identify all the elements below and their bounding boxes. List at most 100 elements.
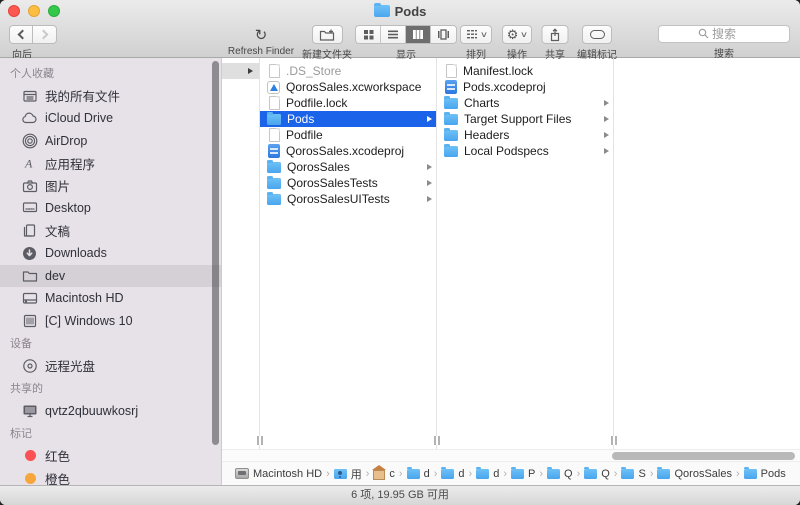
sidebar-item-label: dev [45, 268, 66, 283]
column-divider[interactable] [609, 58, 618, 449]
file-row[interactable]: Podfile.lock [260, 95, 436, 111]
sidebar-item-label: 文稿 [45, 225, 71, 240]
horizontal-scrollbar[interactable] [222, 449, 800, 461]
forward-button[interactable] [33, 25, 57, 44]
file-row[interactable]: QorosSalesUITests [260, 191, 436, 207]
file-row[interactable]: Headers [437, 127, 613, 143]
file-row[interactable]: Local Podspecs [437, 143, 613, 159]
shared-display-icon [21, 403, 38, 419]
file-row[interactable]: Pods.xcodeproj [437, 79, 613, 95]
share-label: 共享 [545, 50, 565, 61]
column-view: .DS_Store QorosSales.xcworkspace Podfile… [222, 58, 800, 485]
path-item[interactable]: d [441, 466, 465, 480]
path-item[interactable]: c [372, 465, 395, 480]
list-view-button[interactable] [381, 26, 406, 43]
sidebar-item-tag-orange[interactable]: 橙色 [0, 467, 221, 485]
file-row[interactable]: QorosSales.xcworkspace [260, 79, 436, 95]
bootcamp-drive-icon [21, 313, 38, 329]
column-resize-handle[interactable] [255, 436, 264, 445]
sidebar-item-desktop[interactable]: Desktop [0, 197, 221, 220]
column-divider[interactable] [432, 58, 441, 449]
sidebar-item-airdrop[interactable]: AirDrop [0, 130, 221, 153]
new-folder-button[interactable] [311, 25, 343, 44]
path-item[interactable]: QorosSales [657, 466, 732, 480]
disclosure-arrow-icon [604, 148, 609, 154]
previous-selected-row[interactable] [222, 63, 259, 79]
sidebar-item-applications[interactable]: A 应用程序 [0, 152, 221, 175]
arrange-button[interactable]: ∨ [460, 25, 492, 44]
path-separator: › [649, 467, 654, 480]
sidebar-item-macintosh-hd[interactable]: Macintosh HD [0, 287, 221, 310]
column-divider[interactable] [255, 58, 264, 449]
orange-dot-icon [21, 470, 38, 485]
column-resize-handle[interactable] [609, 436, 618, 445]
view-label: 显示 [396, 50, 416, 61]
folder-icon [373, 3, 390, 17]
file-row[interactable]: Target Support Files [437, 111, 613, 127]
sidebar-item-windows-10[interactable]: [C] Windows 10 [0, 310, 221, 333]
edit-tags-label: 编辑标记 [577, 50, 617, 61]
sidebar-item-icloud-drive[interactable]: iCloud Drive [0, 107, 221, 130]
document-icon [269, 128, 280, 142]
path-item[interactable]: d [406, 466, 430, 480]
path-bar: Macintosh HD › 用 › c › d › d › d › P › Q… [222, 461, 800, 485]
column-empty [614, 58, 800, 449]
path-item[interactable]: d [476, 466, 499, 480]
all-files-icon [21, 88, 38, 104]
sidebar-item-tag-red[interactable]: 红色 [0, 445, 221, 468]
path-item[interactable]: S [621, 466, 646, 480]
sidebar-item-remote-disc[interactable]: 远程光盘 [0, 355, 221, 378]
file-row[interactable]: QorosSales.xcodeproj [260, 143, 436, 159]
svg-text:A: A [24, 157, 33, 171]
xcworkspace-icon [267, 80, 280, 94]
path-item[interactable]: Q [547, 466, 573, 480]
path-item[interactable]: 用 [333, 466, 362, 482]
back-button[interactable] [9, 25, 33, 44]
file-row[interactable]: Charts [437, 95, 613, 111]
disclosure-arrow-icon [427, 180, 432, 186]
status-bar: 6 项, 19.95 GB 可用 [0, 485, 800, 505]
window-title: Pods [0, 3, 800, 19]
refresh-icon: ↻ [254, 26, 268, 44]
icon-view-button[interactable] [356, 26, 381, 43]
path-separator: › [613, 467, 618, 480]
sidebar-item-shared-computer[interactable]: qvtz2qbuuwkosrj [0, 400, 221, 423]
file-row[interactable]: Manifest.lock [437, 63, 613, 79]
sidebar-item-label: Macintosh HD [45, 291, 124, 306]
path-separator: › [539, 467, 543, 480]
action-button[interactable]: ⚙ ∨ [502, 25, 532, 44]
folder-icon [510, 466, 524, 479]
horizontal-scrollbar-thumb[interactable] [612, 452, 795, 460]
folder-icon [444, 128, 458, 141]
file-row-selected[interactable]: Pods [260, 111, 436, 127]
path-separator: › [576, 467, 581, 480]
column-view-button[interactable] [406, 26, 431, 43]
sidebar-item-all-files[interactable]: 我的所有文件 [0, 85, 221, 108]
hard-drive-icon [21, 290, 38, 306]
sidebar-section-favorites: 个人收藏 [10, 68, 54, 81]
column-resize-handle[interactable] [432, 436, 441, 445]
coverflow-view-button[interactable] [431, 26, 456, 43]
chevron-left-icon [17, 29, 28, 40]
path-item[interactable]: Macintosh HD [235, 468, 322, 480]
file-row[interactable]: QorosSalesTests [260, 175, 436, 191]
file-row[interactable]: .DS_Store [260, 63, 436, 79]
new-folder-icon [319, 29, 335, 41]
search-input[interactable] [658, 25, 790, 43]
sidebar-item-dev[interactable]: dev [0, 264, 221, 287]
file-row[interactable]: Podfile [260, 127, 436, 143]
sidebar-item-pictures[interactable]: 图片 [0, 175, 221, 198]
sidebar-item-documents[interactable]: 文稿 [0, 220, 221, 243]
file-row[interactable]: QorosSales [260, 159, 436, 175]
path-item[interactable]: Q [584, 466, 610, 480]
refresh-button[interactable]: ↻ [255, 25, 268, 44]
path-item[interactable]: Pods [743, 466, 786, 480]
chevron-down-icon: ∨ [479, 30, 488, 39]
share-button[interactable] [541, 25, 569, 44]
action-label: 操作 [507, 50, 527, 61]
path-item[interactable]: P [510, 466, 535, 480]
sidebar-scrollbar[interactable] [212, 61, 219, 445]
edit-tags-button[interactable] [582, 25, 612, 44]
sidebar-item-downloads[interactable]: Downloads [0, 242, 221, 265]
status-text: 6 项, 19.95 GB 可用 [351, 489, 449, 501]
